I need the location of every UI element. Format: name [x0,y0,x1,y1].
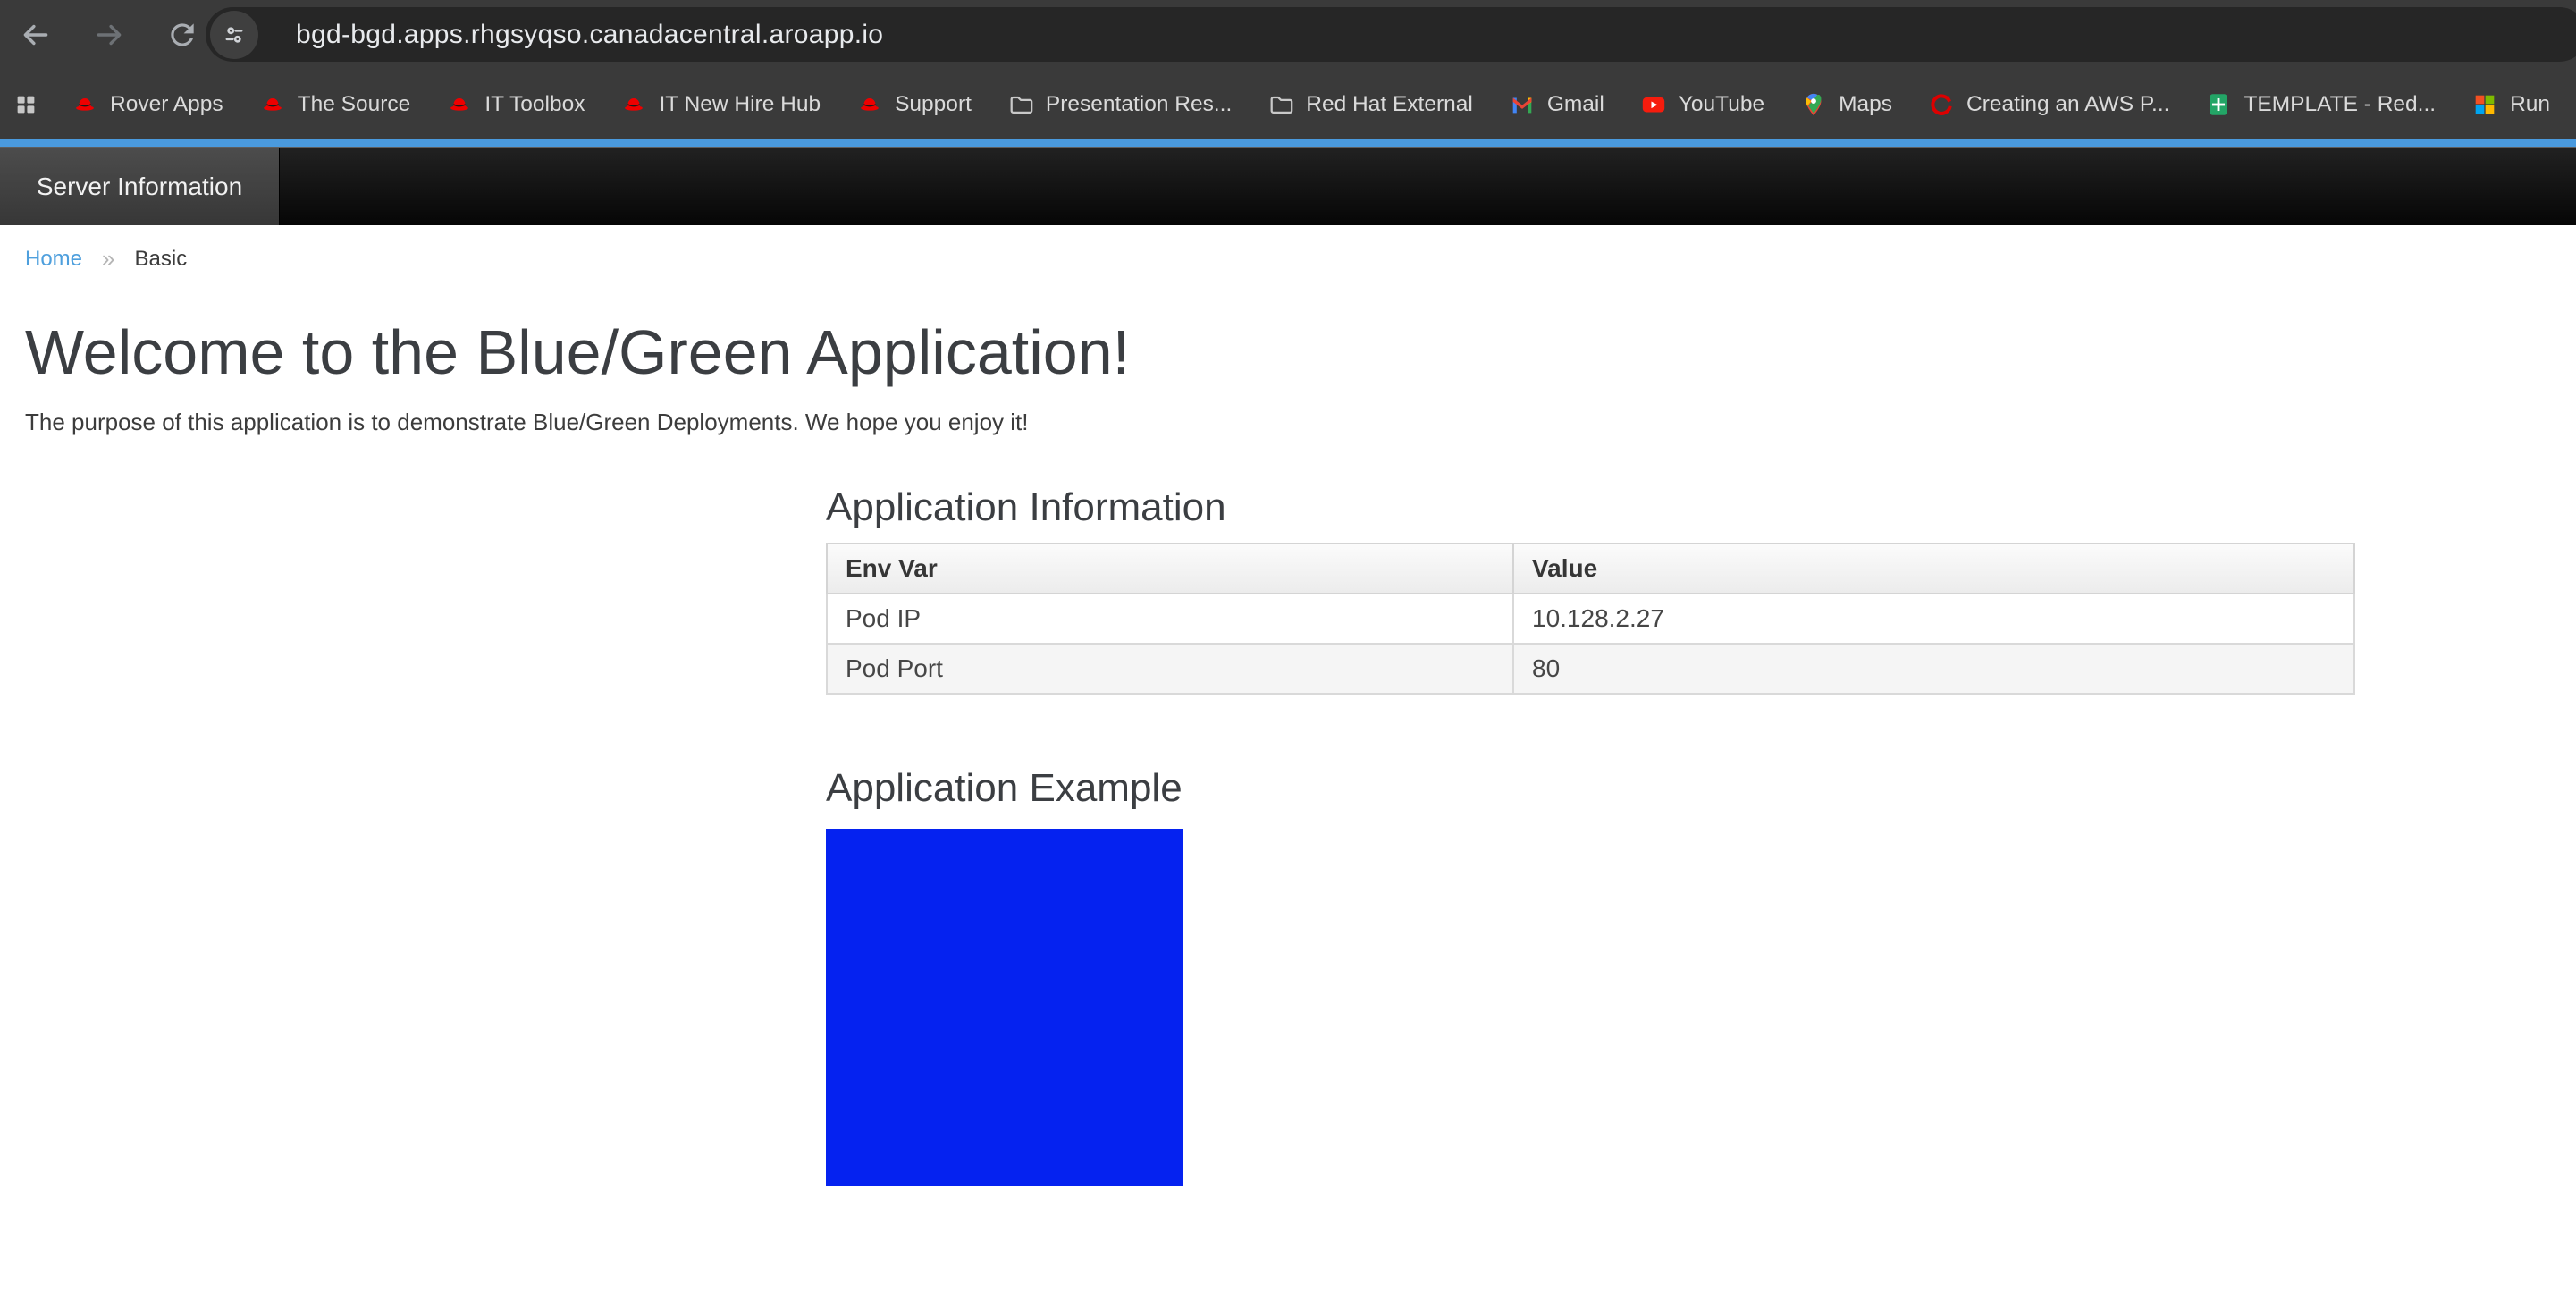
bookmark-label: Presentation Res... [1046,92,1232,117]
redhat-icon [446,91,473,118]
bookmark-rover-apps[interactable]: Rover Apps [72,91,223,118]
bookmark-gmail[interactable]: Gmail [1509,91,1604,118]
apps-grid-icon [13,91,39,118]
section-title-application-example: Application Example [826,766,2355,811]
apps-shortcut-button[interactable] [13,85,39,124]
bookmark-youtube[interactable]: YouTube [1640,91,1764,118]
content-column: Application Information Env Var Value Po… [826,485,2355,1186]
accent-line [0,139,2576,147]
cell-value: 80 [1513,644,2354,694]
cell-value: 10.128.2.27 [1513,594,2354,644]
tab-server-information[interactable]: Server Information [0,148,280,225]
bookmark-it-toolbox[interactable]: IT Toolbox [446,91,585,118]
bookmark-label: Run [2510,92,2550,117]
bookmark-label: Gmail [1547,92,1604,117]
breadcrumb-separator: » [102,245,114,273]
redhat-icon [856,91,883,118]
bookmark-label: Red Hat External [1306,92,1473,117]
bookmark-label: Support [895,92,972,117]
reload-button[interactable] [159,12,206,58]
sheets-icon [2205,91,2232,118]
youtube-icon [1640,91,1667,118]
breadcrumb: Home » Basic [25,245,2551,273]
breadcrumb-current: Basic [135,247,188,272]
microsoft-icon [2471,91,2498,118]
page-subtitle: The purpose of this application is to de… [25,409,2551,435]
column-header-value: Value [1513,544,2354,594]
bookmark-creating-an-aws[interactable]: Creating an AWS P... [1928,91,2169,118]
bookmark-label: YouTube [1679,92,1764,117]
redhat-icon [620,91,647,118]
bookmark-run[interactable]: Run [2471,91,2550,118]
bookmark-it-new-hire-hub[interactable]: IT New Hire Hub [620,91,821,118]
url-bar[interactable]: bgd-bgd.apps.rhgsyqso.canadacentral.aroa… [206,7,2576,62]
bookmark-maps[interactable]: Maps [1800,91,1892,118]
table-header-row: Env Var Value [827,544,2354,594]
tune-icon [221,21,248,48]
page-body: Home » Basic Welcome to the Blue/Green A… [0,245,2576,1186]
table-row-pod-port: Pod Port 80 [827,644,2354,694]
bookmark-label: Rover Apps [110,92,223,117]
page-title: Welcome to the Blue/Green Application! [25,319,2551,387]
bookmark-template-red[interactable]: TEMPLATE - Red... [2205,91,2436,118]
column-header-env-var: Env Var [827,544,1513,594]
folder-icon [1007,91,1034,118]
bookmark-label: IT New Hire Hub [659,92,821,117]
bookmarks-bar: Rover Apps The Source IT Toolbox IT New … [0,69,2576,139]
bookmark-the-source[interactable]: The Source [259,91,411,118]
url-text[interactable]: bgd-bgd.apps.rhgsyqso.canadacentral.aroa… [296,20,883,50]
tab-label: Server Information [37,173,242,201]
folder-icon [1267,91,1294,118]
back-icon [19,18,53,52]
bookmark-label: TEMPLATE - Red... [2243,92,2436,117]
table-row-pod-ip: Pod IP 10.128.2.27 [827,594,2354,644]
nav-buttons [0,12,206,58]
redhat-icon [259,91,286,118]
bookmark-presentation-resources[interactable]: Presentation Res... [1007,91,1232,118]
breadcrumb-home-link[interactable]: Home [25,247,82,272]
cell-env-var: Pod IP [827,594,1513,644]
bookmark-label: IT Toolbox [484,92,585,117]
openshift-icon [1928,91,1955,118]
bookmark-red-hat-external[interactable]: Red Hat External [1267,91,1473,118]
bookmark-label: Maps [1839,92,1892,117]
application-info-table: Env Var Value Pod IP 10.128.2.27 Pod Por… [826,543,2355,695]
deployment-color-swatch [826,829,1183,1186]
forward-button[interactable] [86,12,132,58]
back-button[interactable] [13,12,59,58]
bookmark-support[interactable]: Support [856,91,972,118]
section-title-application-information: Application Information [826,485,2355,530]
app-navbar: Server Information [0,147,2576,225]
reload-icon [165,18,199,52]
bookmark-label: The Source [298,92,411,117]
bookmark-label: Creating an AWS P... [1966,92,2169,117]
browser-toolbar: bgd-bgd.apps.rhgsyqso.canadacentral.aroa… [0,0,2576,69]
redhat-icon [72,91,98,118]
gmail-icon [1509,91,1536,118]
maps-icon [1800,91,1827,118]
cell-env-var: Pod Port [827,644,1513,694]
site-settings-chip[interactable] [210,11,258,59]
forward-icon [92,18,126,52]
